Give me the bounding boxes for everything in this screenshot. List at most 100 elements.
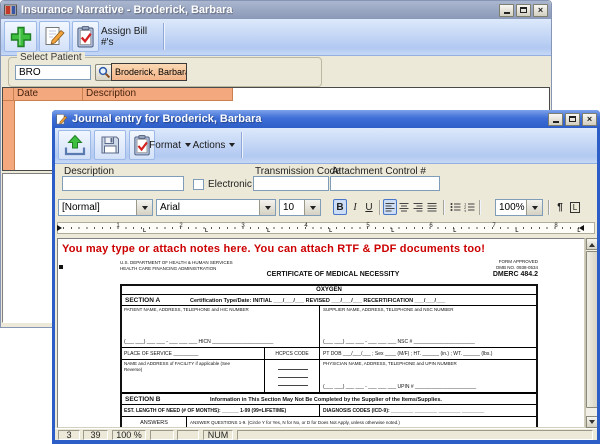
insurance-narrative-titlebar[interactable]: Insurance Narrative - Broderick, Barbara… [1,1,551,19]
save-button[interactable] [94,130,126,160]
cmn-pt-line: PT DOB ___/___/___ ; Sex ____ (M/F) ; HT… [323,351,492,357]
close-icon: × [587,115,592,124]
edit-narrative-button[interactable] [39,21,70,52]
window-controls: × [548,113,597,126]
show-paragraph-marks-button[interactable]: ¶ [553,199,567,215]
cmn-patient-cell: PATIENT NAME, ADDRESS, TELEPHONE and HIC… [122,306,320,347]
minimize-icon [504,12,510,14]
zoom-combo[interactable]: 100% [495,199,543,216]
minimize-button[interactable] [548,113,563,126]
cmn-ptinfo-cell: PT DOB ___/___/___ ; Sex ____ (M/F) ; HT… [320,348,536,359]
electronic-label: Electronic [208,179,252,190]
close-button[interactable]: × [533,4,548,17]
right-indent-marker[interactable] [579,225,584,231]
transmission-code-input[interactable] [253,176,329,191]
paragraph-style-value: [Normal] [62,202,100,213]
clipboard-check-icon [76,25,95,49]
bullet-list-button[interactable] [448,199,462,215]
import-button[interactable] [58,130,91,160]
edit-note-icon [43,25,66,48]
assign-bill-numbers-label: Assign Bill #'s [101,26,157,48]
toolbar-separator [241,132,243,158]
scroll-up-button[interactable] [586,238,597,250]
font-family-combo[interactable]: Arial [156,199,276,216]
electronic-checkbox[interactable] [193,179,204,190]
editor-scrollbar[interactable] [585,238,597,428]
paragraph-style-combo[interactable]: [Normal] [58,199,153,216]
cmn-upin-line: (___ ___) ___ ___ - ___ ___ ___ UPIN # _… [323,384,476,390]
format-separator [479,200,481,215]
cmn-agency-line-1: U.S. DEPARTMENT OF HEALTH & HUMAN SERVIC… [120,260,233,266]
close-icon: × [538,6,543,15]
align-right-button[interactable] [411,199,425,215]
cmn-omb-number: OMB NO. 0938-0534 [441,265,538,271]
cmn-est-row: EST. LENGTH OF NEED (# OF MONTHS): _____… [122,405,536,417]
dropdown-button[interactable] [304,200,320,215]
format-menu-button[interactable]: Format [150,133,190,157]
status-cell-empty [150,430,174,440]
cmn-section-b-label: SECTION B [125,396,160,404]
actions-menu-button[interactable]: Actions [193,133,235,157]
assign-check-button[interactable] [72,21,99,52]
row-selector-header [3,88,14,101]
window-controls: × [499,4,548,17]
rich-text-editor[interactable]: You may type or attach notes here. You c… [57,238,585,428]
bold-button[interactable]: B [333,199,347,215]
cmn-est-line: EST. LENGTH OF NEED (# OF MONTHS): _____… [124,408,286,414]
maximize-button[interactable] [516,4,531,17]
dropdown-button[interactable] [136,200,152,215]
cmn-names-row: PATIENT NAME, ADDRESS, TELEPHONE and HIC… [122,306,536,348]
select-patient-group: Select Patient Broderick, Barbara [8,57,322,87]
hcpcs-blank-line [278,385,308,386]
format-separator [443,200,445,215]
ruler-number: 1 [114,223,122,229]
numbered-list-button[interactable]: 123 [462,199,476,215]
close-button[interactable]: × [582,113,597,126]
maximize-button[interactable] [565,113,580,126]
journal-entry-titlebar[interactable]: Journal entry for Broderick, Barbara × [52,110,600,128]
assign-bill-numbers-button[interactable]: Assign Bill #'s [101,21,157,52]
dropdown-button[interactable] [526,200,542,215]
dropdown-button[interactable] [259,200,275,215]
scroll-down-button[interactable] [586,416,597,428]
status-cell-num-lock: NUM [203,430,233,440]
align-left-button[interactable] [383,199,397,215]
column-header-date[interactable]: Date [14,88,83,101]
numbered-list-icon: 123 [464,202,475,212]
new-narrative-button[interactable] [4,21,37,52]
justify-button[interactable] [425,199,439,215]
scrollbar-thumb[interactable] [586,251,597,408]
save-floppy-icon [99,134,121,156]
toolbar-separator [163,23,165,50]
attachment-control-input[interactable] [330,176,440,191]
align-left-icon [385,202,395,212]
align-center-icon [399,202,409,212]
chevron-down-icon [532,206,538,213]
insurance-toolbar: Assign Bill #'s [1,19,551,56]
description-input[interactable] [62,176,184,191]
cmn-dx-cell: DIAGNOSIS CODES (ICD-9): ________ ______… [320,405,536,416]
minimize-button[interactable] [499,4,514,17]
cmn-place-row: PLACE OF SERVICE _________ HCPCS CODE PT… [122,348,536,360]
align-center-button[interactable] [397,199,411,215]
svg-text:3: 3 [464,208,467,212]
format-menu-label: Format [149,140,181,151]
page-layout-button[interactable]: L [568,199,582,215]
cmn-title: CERTIFICATE OF MEDICAL NECESSITY [218,271,448,280]
window-title: Journal entry for Broderick, Barbara [72,113,262,125]
tab-stop-markers: LLLLLLLL [143,228,597,234]
left-indent-marker[interactable] [57,225,62,231]
font-size-combo[interactable]: 10 [279,199,321,216]
minimize-icon [553,121,559,123]
cmn-section-b-row: SECTION B Information in This Section Ma… [122,393,536,405]
column-header-description[interactable]: Description [83,88,233,101]
underline-button[interactable]: U [362,199,376,215]
patient-search-input[interactable] [15,65,91,80]
selected-patient-chip[interactable]: Broderick, Barbara [111,63,187,81]
italic-button[interactable]: I [348,199,362,215]
maximize-icon [520,7,527,13]
ruler: 1 2 3 4 5 6 7 8 LLLLLLLL [55,219,597,238]
pilcrow-icon: ¶ [557,202,563,213]
screen: Insurance Narrative - Broderick, Barbara… [0,0,600,444]
object-anchor-marker [59,265,63,269]
